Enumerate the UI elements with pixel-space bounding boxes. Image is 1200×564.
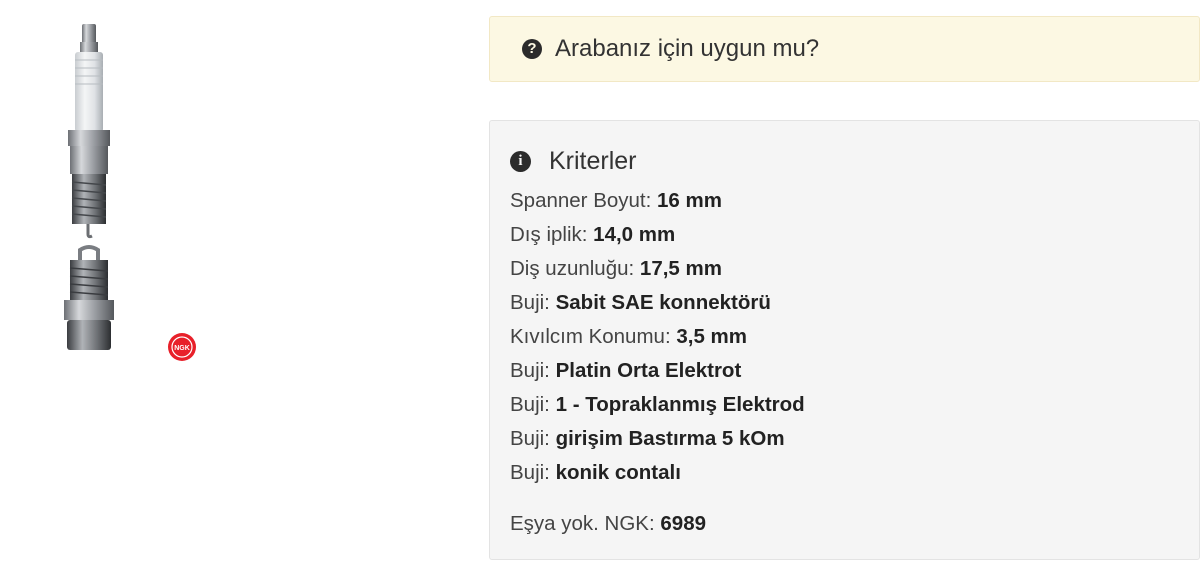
criteria-item: Buji: 1 - Topraklanmış Elektrod	[510, 388, 1179, 422]
criteria-label: Diş uzunluğu:	[510, 257, 635, 280]
criteria-item: Buji: girişim Bastırma 5 kOm	[510, 422, 1179, 456]
criteria-value: Platin Orta Elektrot	[555, 359, 742, 382]
fitment-check-text: Arabanız için uygun mu?	[555, 35, 820, 62]
product-page: NGK ? Arabanız için uygun mu? i Kriterle…	[0, 0, 1200, 564]
fitment-check-banner[interactable]: ? Arabanız için uygun mu?	[489, 16, 1200, 82]
item-number-label: Eşya yok. NGK:	[510, 512, 655, 535]
criteria-title: Kriterler	[549, 146, 637, 175]
criteria-label: Buji:	[510, 427, 550, 450]
criteria-label: Buji:	[510, 461, 550, 484]
criteria-item: Spanner Boyut: 16 mm	[510, 184, 1179, 218]
criteria-label: Dış iplik:	[510, 223, 588, 246]
criteria-item: Buji: Platin Orta Elektrot	[510, 354, 1179, 388]
item-number-value: 6989	[660, 512, 706, 535]
criteria-value: konik contalı	[555, 461, 681, 484]
criteria-item: Diş uzunluğu: 17,5 mm	[510, 252, 1179, 286]
criteria-header: i Kriterler	[510, 145, 1179, 177]
criteria-label: Kıvılcım Konumu:	[510, 325, 671, 348]
info-circle-icon: i	[510, 150, 531, 172]
criteria-value: 3,5 mm	[676, 325, 747, 348]
criteria-value: 14,0 mm	[593, 223, 676, 246]
product-image[interactable]: NGK	[58, 22, 203, 367]
criteria-item: Buji: Sabit SAE konnektörü	[510, 286, 1179, 320]
criteria-list: Spanner Boyut: 16 mm Dış iplik: 14,0 mm …	[510, 184, 1179, 490]
item-number: Eşya yok. NGK: 6989	[510, 507, 1179, 541]
criteria-value: Sabit SAE konnektörü	[555, 291, 771, 314]
criteria-item: Buji: konik contalı	[510, 456, 1179, 490]
criteria-value: 16 mm	[657, 189, 722, 212]
criteria-value: girişim Bastırma 5 kOm	[555, 427, 785, 450]
criteria-item: Kıvılcım Konumu: 3,5 mm	[510, 320, 1179, 354]
criteria-label: Buji:	[510, 393, 550, 416]
criteria-label: Buji:	[510, 291, 550, 314]
criteria-item: Dış iplik: 14,0 mm	[510, 218, 1179, 252]
spark-plug-image: NGK	[64, 24, 196, 361]
ngk-logo-text: NGK	[174, 345, 190, 352]
criteria-value: 17,5 mm	[639, 257, 722, 280]
criteria-value: 1 - Topraklanmış Elektrod	[555, 393, 805, 416]
question-circle-icon: ?	[522, 39, 542, 59]
criteria-label: Buji:	[510, 359, 550, 382]
criteria-label: Spanner Boyut:	[510, 189, 652, 212]
criteria-panel: i Kriterler Spanner Boyut: 16 mm Dış ipl…	[489, 120, 1200, 560]
